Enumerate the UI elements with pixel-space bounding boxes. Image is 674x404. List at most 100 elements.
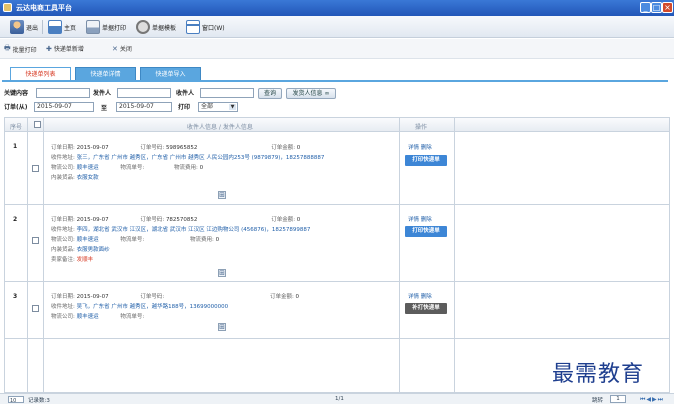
date-label: 订单日期: (51, 217, 75, 223)
new-express-label: 快递单新增 (53, 46, 84, 53)
detail-link[interactable]: 详情 (408, 294, 419, 300)
tracking-label: 物流单号: (120, 314, 145, 320)
company-value: 顺丰速运 (76, 314, 99, 320)
select-all-checkbox[interactable] (34, 121, 41, 128)
print-status-value: 全部 (201, 103, 214, 110)
amount-label: 订单金额: (271, 145, 296, 151)
receiver-input[interactable] (200, 88, 254, 98)
company-value: 顺丰速运 (76, 165, 99, 171)
close-window-button[interactable]: × (662, 2, 673, 13)
tracking-label: 物流单号: (120, 165, 145, 171)
document-print-icon (86, 20, 100, 34)
status-bar: 10 记录数:3 1/1 跳转 1 ⏮◀▶⏭ (0, 393, 674, 404)
fee-label: 物流费用: (173, 165, 198, 171)
address-line: 收件地址: 张三，广东省 广州市 越秀区，广东省 广州市 越秀区 人民公园内25… (51, 153, 324, 161)
address-value: 张三，广东省 广州市 越秀区，广东省 广州市 越秀区 人民公园内253号 (98… (76, 155, 325, 161)
print-express-button[interactable]: 打印快递单 (405, 155, 447, 166)
date-to-input[interactable]: 2015-09-07 (116, 102, 172, 112)
page-info: 1/1 (335, 396, 344, 402)
keyword-input[interactable] (36, 88, 90, 98)
order-amount: 0 (296, 145, 301, 151)
new-express-button[interactable]: ✚ 快递单新增 (46, 44, 84, 54)
detail-link[interactable]: 详情 (408, 217, 419, 223)
sender-label: 发件人 (93, 90, 112, 97)
window-menu-button[interactable]: 窗口(W) (186, 19, 225, 35)
detail-link[interactable]: 详情 (408, 145, 419, 151)
row-index: 2 (13, 216, 18, 223)
fee-value: 0 (215, 237, 220, 243)
batch-print-label: 批量打印 (12, 47, 37, 54)
address-label: 收件地址: (51, 227, 75, 233)
goods-value: 衣服男款面纱 (76, 247, 110, 253)
filter-panel: 关键内容 发件人 收件人 查询 发货人信息 ∞ 订单(从) 2015-09-07… (0, 84, 674, 116)
order-meta-line: 订单日期: 2015-09-07 订单号码: 598965852 订单金额: 0 (51, 143, 300, 151)
delete-link[interactable]: 删除 (421, 145, 432, 151)
goods-value: 衣服女款 (76, 175, 99, 181)
row-checkbox[interactable] (32, 305, 39, 312)
date-label: 订单日期: (51, 145, 75, 151)
address-label: 收件地址: (51, 304, 75, 310)
col-info-header: 收件人信息 / 发件人信息 (187, 124, 253, 131)
minimize-button[interactable]: _ (640, 2, 651, 13)
watermark-text: 最需教育 (552, 362, 645, 387)
close-action-button[interactable]: ✕ 关闭 (112, 44, 132, 54)
row-checkbox[interactable] (32, 237, 39, 244)
order-no: 598965852 (165, 145, 198, 151)
remark-label: 卖家备注: (51, 257, 75, 263)
sender-input[interactable] (117, 88, 171, 98)
date-from-input[interactable]: 2015-09-07 (34, 102, 94, 112)
order-date: 2015-09-07 (76, 145, 109, 151)
amount-label: 订单金额: (271, 217, 296, 223)
delete-link[interactable]: 删除 (421, 217, 432, 223)
print-docs-label: 单据打印 (102, 24, 127, 32)
expand-icon[interactable]: ⊞ (218, 191, 226, 199)
action-bar: 🖶 批量打印 ✚ 快递单新增 ✕ 关闭 (0, 39, 674, 59)
order-no-label: 订单号码: (140, 294, 165, 300)
logout-button[interactable]: 退出 (10, 19, 38, 35)
express-grid: 序号 收件人信息 / 发件人信息 操作 1 订单日期: 2015-09-07 订… (4, 117, 670, 394)
logistics-line: 物流公司: 顺丰速运 物流单号: 物流费用: 0 (51, 235, 219, 243)
print-filter-label: 打印 (178, 104, 191, 111)
row-ops: 详情 删除 (408, 215, 432, 223)
company-label: 物流公司: (51, 314, 75, 320)
tab-express-import[interactable]: 快递单导入 (140, 67, 201, 80)
table-row[interactable]: 3 订单日期: 2015-09-07 订单号码: 订单金额: 0 收件地址: 吴… (5, 283, 669, 339)
template-button[interactable]: 单据模板 (136, 19, 176, 35)
delete-link[interactable]: 删除 (421, 294, 432, 300)
col-ops-header: 操作 (415, 124, 428, 131)
expand-icon[interactable]: ⊞ (218, 323, 226, 331)
window-menu-label: 窗口(W) (202, 24, 225, 32)
remark-value: 发顺丰 (76, 257, 94, 263)
order-date-label: 订单(从) (4, 104, 28, 111)
logout-label: 退出 (26, 24, 39, 32)
home-button[interactable]: 主页 (48, 19, 76, 35)
jump-label: 跳转 (592, 398, 604, 404)
sender-info-button[interactable]: 发货人信息 ∞ (286, 88, 336, 99)
goods-line: 内装货品: 衣服男款面纱 (51, 245, 110, 253)
pagination-nav-icon[interactable]: ⏮◀▶⏭ (640, 396, 664, 404)
print-docs-button[interactable]: 单据打印 (86, 19, 126, 35)
expand-icon[interactable]: ⊞ (218, 269, 226, 277)
template-icon (136, 20, 150, 34)
reprint-express-button[interactable]: 补打快递单 (405, 303, 447, 314)
tab-express-detail[interactable]: 快递单详情 (75, 67, 136, 80)
query-button[interactable]: 查询 (258, 88, 282, 99)
window-title: 云达电商工具平台 (16, 4, 72, 12)
maximize-button[interactable]: □ (651, 2, 662, 13)
table-row[interactable]: 1 订单日期: 2015-09-07 订单号码: 598965852 订单金额:… (5, 133, 669, 205)
jump-page-input[interactable]: 1 (610, 395, 626, 403)
table-row[interactable]: 2 订单日期: 2015-09-07 订单号码: 782570852 订单金额:… (5, 206, 669, 282)
close-icon: ✕ (112, 44, 118, 53)
row-checkbox[interactable] (32, 165, 39, 172)
batch-print-button[interactable]: 🖶 批量打印 (4, 44, 37, 55)
print-status-select[interactable]: 全部 ▼ (198, 102, 238, 112)
app-icon (3, 3, 12, 12)
page-size-select[interactable]: 10 (8, 396, 24, 404)
address-value: 李四，湖北省 武汉市 江汉区，湖北省 武汉市 江汉区 江边购物公司 (45687… (76, 227, 311, 233)
amount-label: 订单金额: (269, 294, 294, 300)
goods-line: 内装货品: 衣服女款 (51, 173, 99, 181)
tab-express-list[interactable]: 快递单列表 (10, 67, 71, 81)
order-no-label: 订单号码: (140, 217, 165, 223)
order-meta-line: 订单日期: 2015-09-07 订单号码: 订单金额: 0 (51, 292, 299, 300)
print-express-button[interactable]: 打印快递单 (405, 226, 447, 237)
